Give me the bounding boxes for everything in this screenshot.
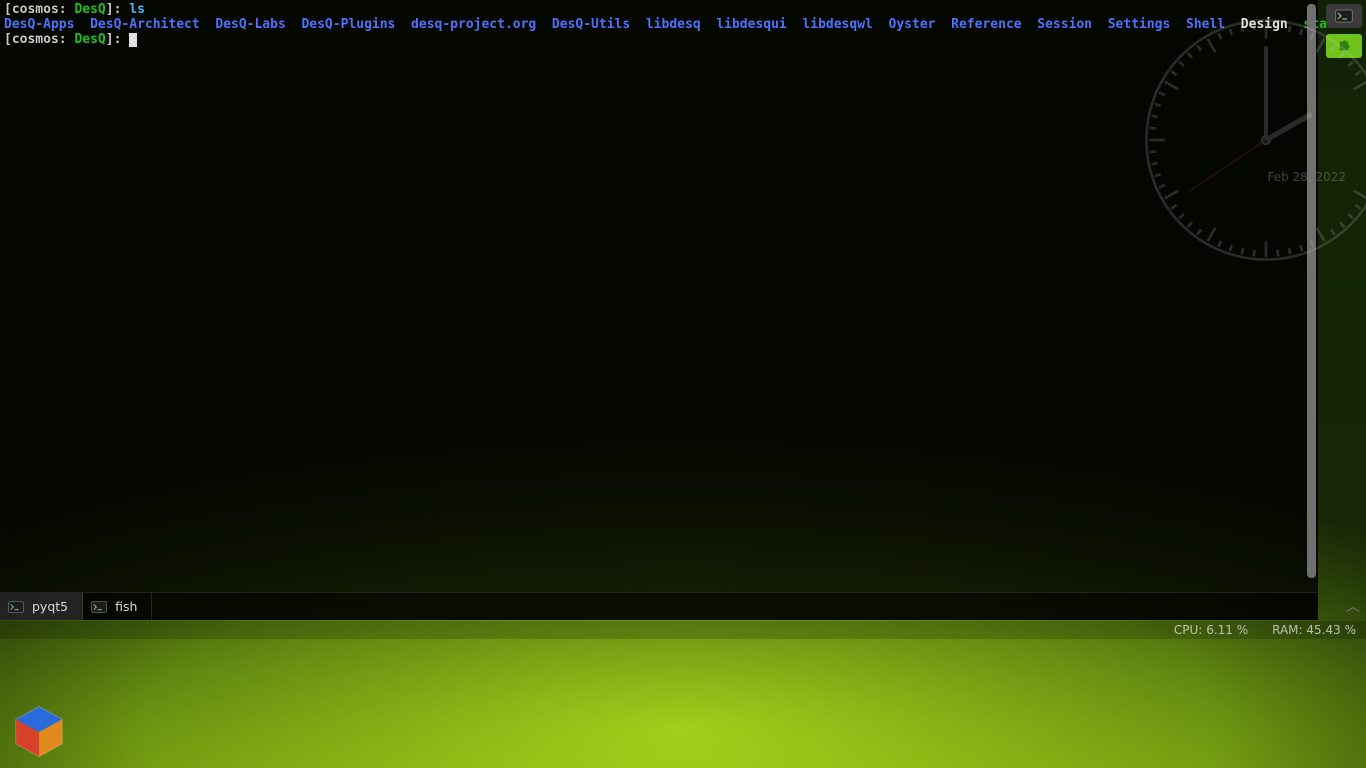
ram-usage: RAM: 45.43 %: [1272, 623, 1356, 637]
ls-entry: Oyster: [889, 17, 936, 32]
ls-output-line: DesQ-Apps DesQ-Architect DesQ-Labs DesQ-…: [4, 17, 1366, 32]
prompt-dir: DesQ: [74, 2, 105, 17]
ram-label: RAM:: [1272, 623, 1302, 637]
ls-entry: Design: [1241, 17, 1288, 32]
prompt-host: cosmos:: [12, 32, 67, 47]
ls-entry: DesQ-Plugins: [301, 17, 395, 32]
ls-entry: Session: [1037, 17, 1092, 32]
ls-entry: desq-project.org: [411, 17, 536, 32]
ram-value: 45.43 %: [1306, 623, 1356, 637]
cpu-label: CPU:: [1174, 623, 1202, 637]
terminal-tab[interactable]: fish: [83, 593, 152, 620]
status-bar: CPU: 6.11 % RAM: 45.43 %: [0, 621, 1366, 639]
terminal-icon: [8, 601, 24, 613]
ls-entry: DesQ-Utils: [552, 17, 630, 32]
terminal-window[interactable]: [cosmos: DesQ]: ls DesQ-Apps DesQ-Archit…: [0, 0, 1318, 620]
terminal-tab-bar: pyqt5 fish: [0, 592, 1318, 620]
cpu-value: 6.11 %: [1206, 623, 1248, 637]
prompt-dir: DesQ: [74, 32, 105, 47]
chevron-up-icon[interactable]: ︿: [1344, 596, 1362, 614]
terminal-scrollbar[interactable]: [1307, 4, 1316, 578]
ls-entry: DesQ-Labs: [215, 17, 285, 32]
typed-command: ls: [129, 2, 145, 17]
terminal-tab[interactable]: pyqt5: [0, 593, 83, 620]
ls-entry: DesQ-Apps: [4, 17, 74, 32]
prompt-bracket-open: [: [4, 32, 12, 47]
ls-entry: Shell: [1186, 17, 1225, 32]
ls-entry: Settings: [1108, 17, 1171, 32]
desktop-menu-cube-icon[interactable]: [10, 702, 68, 760]
prompt-bracket-close: ]:: [106, 2, 122, 17]
prompt-bracket-close: ]:: [106, 32, 122, 47]
ls-entry: libdesqui: [716, 17, 786, 32]
ls-entry: libdesqwl: [802, 17, 872, 32]
ls-entry: libdesq: [646, 17, 701, 32]
tray-terminal-icon[interactable]: [1326, 4, 1362, 28]
tab-label: pyqt5: [32, 599, 68, 614]
cpu-usage: CPU: 6.11 %: [1174, 623, 1248, 637]
tray-puzzle-icon[interactable]: [1326, 34, 1362, 58]
terminal-cursor: [129, 33, 137, 47]
terminal-output[interactable]: [cosmos: DesQ]: ls DesQ-Apps DesQ-Archit…: [4, 2, 1304, 590]
ls-entry: Reference: [951, 17, 1021, 32]
terminal-icon: [91, 601, 107, 613]
tab-label: fish: [115, 599, 137, 614]
system-tray: [1326, 4, 1364, 58]
prompt-host: cosmos:: [12, 2, 67, 17]
ls-entry: DesQ-Architect: [90, 17, 200, 32]
prompt-bracket-open: [: [4, 2, 12, 17]
